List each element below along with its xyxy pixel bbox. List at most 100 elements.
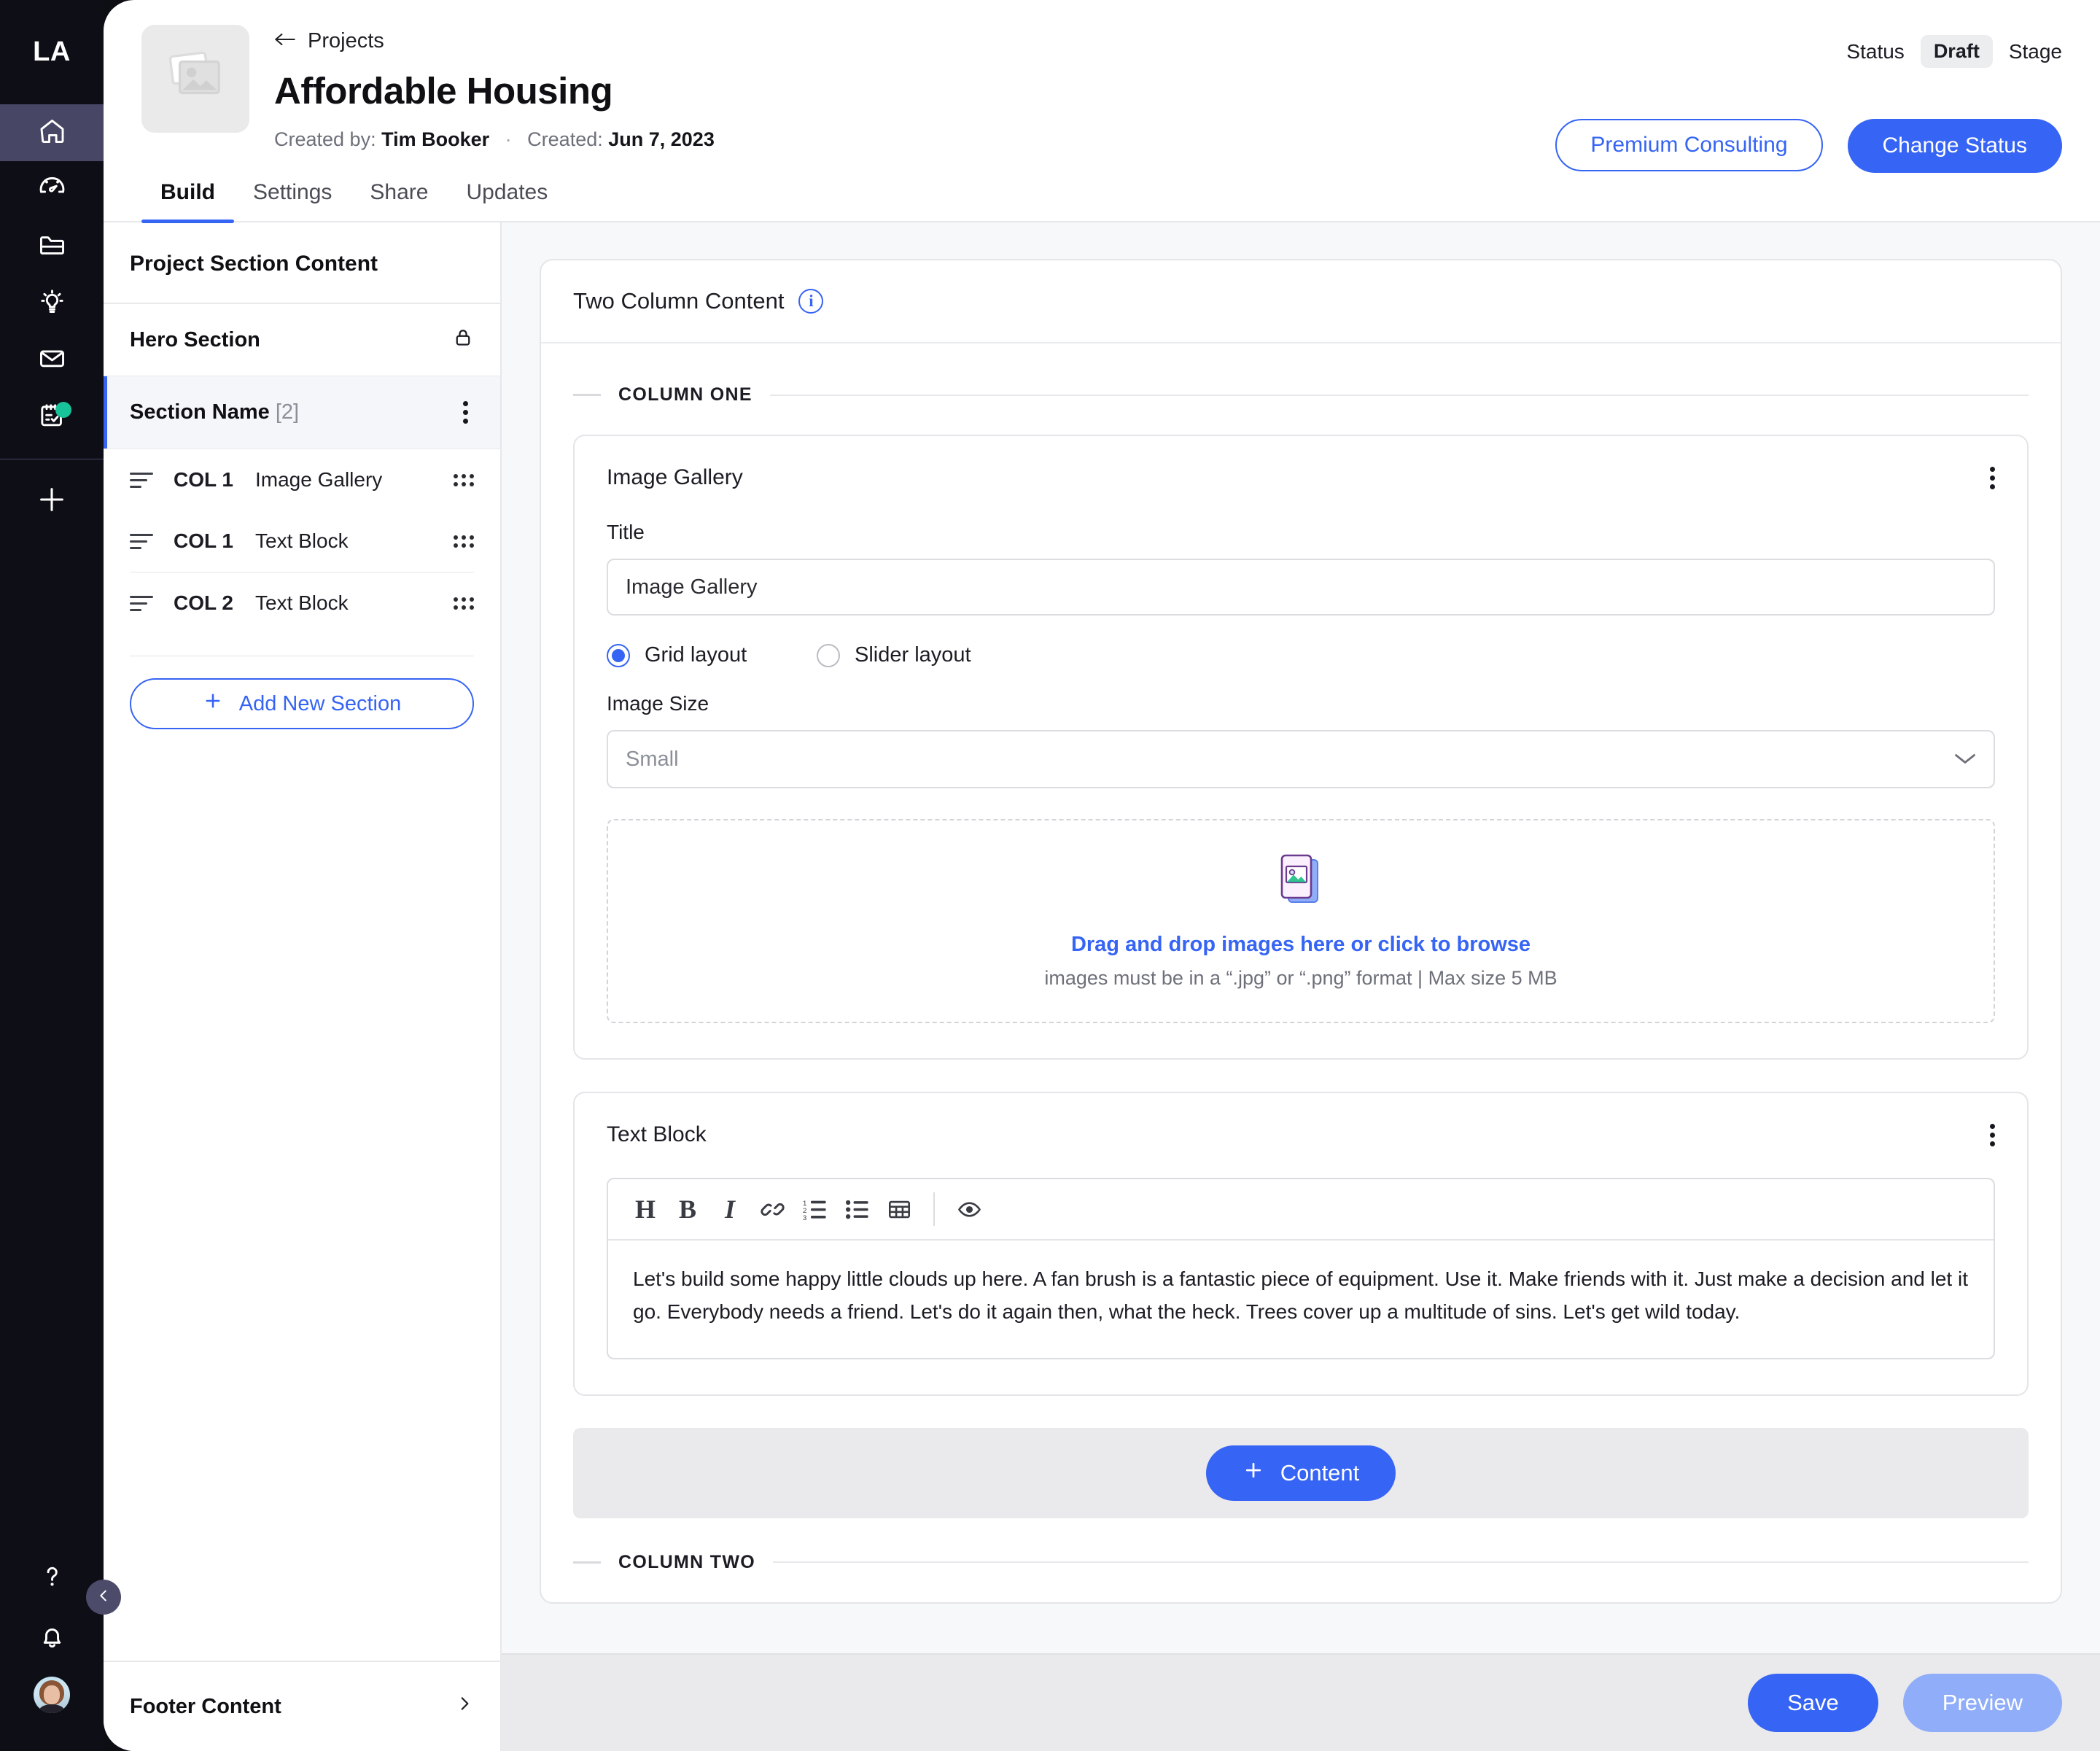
kebab-menu-icon[interactable] bbox=[1984, 1121, 2001, 1149]
sidebar-item-folders[interactable] bbox=[0, 218, 104, 275]
editor-content[interactable]: Let's build some happy little clouds up … bbox=[608, 1241, 1994, 1358]
title-field-label: Title bbox=[607, 521, 645, 543]
add-new-section-button[interactable]: Add New Section bbox=[130, 678, 474, 729]
byline-separator: · bbox=[505, 128, 512, 150]
radio-grid-layout[interactable]: Grid layout bbox=[607, 643, 817, 667]
link-icon[interactable] bbox=[751, 1189, 793, 1229]
content-lines-icon bbox=[130, 595, 153, 611]
heading-button[interactable]: H bbox=[624, 1189, 666, 1229]
sidebar-item-home[interactable] bbox=[0, 104, 104, 161]
radio-label: Grid layout bbox=[645, 643, 747, 667]
rail-bottom-items bbox=[0, 1548, 104, 1751]
item-column: COL 1 bbox=[174, 529, 233, 552]
plus-icon bbox=[203, 691, 223, 717]
table-icon[interactable] bbox=[878, 1189, 920, 1229]
item-label: Text Block bbox=[255, 591, 349, 614]
image-size-value: Small bbox=[626, 747, 679, 771]
sidebar-item-tasks[interactable] bbox=[0, 389, 104, 446]
stage-label: Stage bbox=[2008, 39, 2062, 63]
chevron-left-icon bbox=[96, 1588, 112, 1607]
dropzone-hint: images must be in a “.jpg” or “.png” for… bbox=[1044, 967, 1558, 989]
kebab-menu-icon[interactable] bbox=[457, 398, 474, 427]
column-two-divider: COLUMN TWO bbox=[573, 1552, 2029, 1573]
editor-canvas: Two Column Content i COLUMN ONE Image Ga… bbox=[502, 222, 2100, 1751]
card-header: Two Column Content i bbox=[541, 260, 2061, 343]
rich-text-editor: H B I 123 Let's build some happy little … bbox=[607, 1178, 1995, 1359]
dropzone-link[interactable]: Drag and drop images here or click to br… bbox=[1071, 933, 1531, 957]
list-item[interactable]: COL 1 Text Block bbox=[104, 510, 500, 572]
folder-icon bbox=[37, 230, 67, 263]
preview-eye-icon[interactable] bbox=[948, 1189, 990, 1229]
collapse-sidebar-toggle[interactable] bbox=[86, 1580, 121, 1615]
radio-indicator bbox=[817, 643, 840, 667]
section-name: Section Name bbox=[130, 400, 270, 424]
footer-content-label: Footer Content bbox=[130, 1694, 281, 1718]
breadcrumb-label: Projects bbox=[308, 29, 384, 53]
section-list: Hero Section Section Name [2] COL 1 Imag… bbox=[104, 304, 500, 1661]
item-label: Image Gallery bbox=[255, 468, 383, 491]
project-thumbnail[interactable] bbox=[141, 25, 249, 133]
gallery-title-input[interactable] bbox=[607, 559, 1995, 616]
preview-button[interactable]: Preview bbox=[1902, 1674, 2062, 1732]
drag-grip-icon[interactable] bbox=[454, 535, 474, 548]
drag-grip-icon[interactable] bbox=[454, 473, 474, 486]
chevron-down-icon bbox=[1954, 748, 1976, 772]
section-row-hero[interactable]: Hero Section bbox=[104, 304, 500, 376]
tab-share[interactable]: Share bbox=[351, 180, 447, 221]
italic-button[interactable]: I bbox=[709, 1189, 751, 1229]
two-column-content-card: Two Column Content i COLUMN ONE Image Ga… bbox=[540, 259, 2062, 1604]
section-count: [2] bbox=[275, 400, 300, 424]
breadcrumb[interactable]: Projects bbox=[274, 29, 715, 53]
bold-button[interactable]: B bbox=[666, 1189, 709, 1229]
avatar[interactable] bbox=[34, 1677, 70, 1713]
section-name: Hero Section bbox=[130, 327, 260, 352]
bullet-list-icon[interactable] bbox=[836, 1189, 878, 1229]
brand-logo[interactable]: LA bbox=[0, 0, 104, 104]
arrow-left-icon bbox=[274, 29, 296, 53]
notifications-button[interactable] bbox=[0, 1608, 104, 1668]
change-status-button[interactable]: Change Status bbox=[1847, 119, 2062, 173]
column-two-label: COLUMN TWO bbox=[618, 1551, 755, 1572]
radio-slider-layout[interactable]: Slider layout bbox=[817, 643, 971, 667]
image-upload-icon bbox=[1277, 853, 1325, 909]
bell-notification-icon bbox=[37, 1621, 67, 1655]
column-one-label: COLUMN ONE bbox=[618, 384, 752, 405]
tab-build[interactable]: Build bbox=[141, 180, 234, 223]
layout-radio-group: Grid layout Slider layout bbox=[607, 643, 1995, 667]
kebab-menu-icon[interactable] bbox=[1984, 464, 2001, 492]
page-body: Project Section Content Hero Section Sec… bbox=[104, 222, 2100, 1751]
save-button[interactable]: Save bbox=[1748, 1674, 1878, 1732]
tab-updates[interactable]: Updates bbox=[447, 180, 567, 221]
svg-text:3: 3 bbox=[803, 1214, 806, 1222]
app-root: LA Status Draft Stage Projects Affordabl… bbox=[0, 0, 2100, 1751]
plus-icon bbox=[1242, 1459, 1264, 1487]
status-badge[interactable]: Draft bbox=[1920, 35, 1993, 68]
sidebar-item-dashboard[interactable] bbox=[0, 161, 104, 218]
main-shell: Status Draft Stage Projects Affordable H… bbox=[104, 0, 2100, 1751]
project-byline: Created by: Tim Booker · Created: Jun 7,… bbox=[274, 128, 715, 151]
tab-settings[interactable]: Settings bbox=[234, 180, 351, 221]
image-dropzone[interactable]: Drag and drop images here or click to br… bbox=[607, 819, 1995, 1023]
created-label: Created: bbox=[527, 128, 603, 150]
image-size-label: Image Size bbox=[607, 692, 709, 715]
sidebar-item-ideas[interactable] bbox=[0, 275, 104, 332]
section-row-section-name[interactable]: Section Name [2] bbox=[104, 376, 500, 449]
sidebar-item-messages[interactable] bbox=[0, 332, 104, 389]
numbered-list-icon[interactable]: 123 bbox=[793, 1189, 836, 1229]
drag-grip-icon[interactable] bbox=[454, 597, 474, 610]
list-item[interactable]: COL 1 Image Gallery bbox=[104, 449, 500, 510]
block-title: Image Gallery bbox=[607, 465, 743, 489]
footer-content-row[interactable]: Footer Content bbox=[104, 1661, 500, 1751]
radio-indicator-selected bbox=[607, 643, 630, 667]
premium-consulting-button[interactable]: Premium Consulting bbox=[1555, 119, 1823, 171]
list-item[interactable]: COL 2 Text Block bbox=[104, 572, 500, 634]
image-size-select[interactable]: Small bbox=[607, 730, 1995, 788]
created-by-value: Tim Booker bbox=[381, 128, 490, 150]
add-content-button[interactable]: Content bbox=[1205, 1445, 1396, 1501]
image-placeholder-icon bbox=[164, 46, 227, 112]
add-content-bar: Content bbox=[573, 1427, 2029, 1518]
info-circle-icon[interactable]: i bbox=[798, 289, 824, 314]
create-new-button[interactable] bbox=[0, 473, 104, 529]
project-meta: Projects Affordable Housing Created by: … bbox=[274, 25, 715, 151]
tasks-badge bbox=[55, 402, 71, 418]
